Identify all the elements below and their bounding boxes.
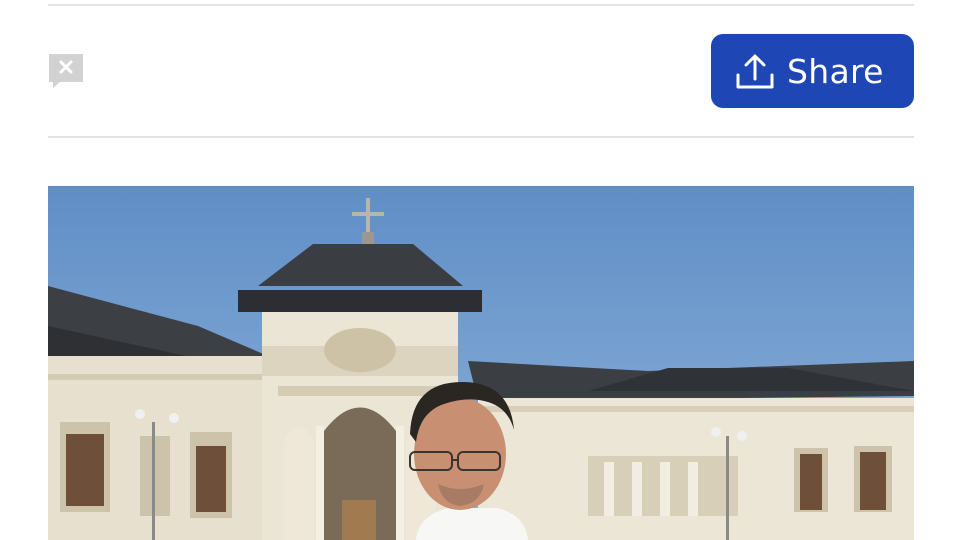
share-button-label: Share: [787, 51, 884, 91]
header-divider: [48, 136, 914, 138]
article-photo: [48, 186, 914, 540]
upload-share-icon: [736, 54, 774, 89]
share-button[interactable]: Share: [711, 34, 914, 108]
broken-image-icon: [49, 54, 83, 88]
top-divider: [48, 4, 914, 6]
